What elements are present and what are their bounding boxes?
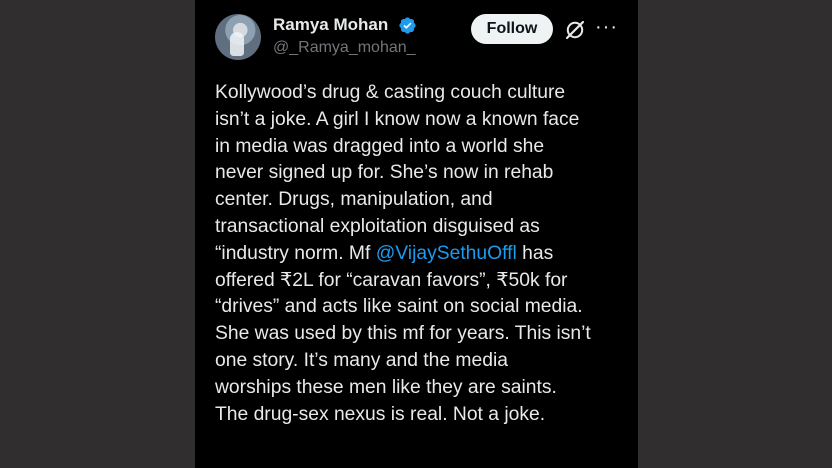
tweet-line: one story. It’s many and the media (215, 349, 508, 371)
avatar[interactable] (215, 14, 261, 60)
tweet-line: offered ₹2L for “caravan favors”, ₹50k f… (215, 269, 568, 291)
tweet-line: The drug-sex nexus is real. Not a joke. (215, 403, 546, 425)
tweet-line: in media was dragged into a world she (215, 135, 545, 157)
tweet-line: never signed up for. She’s now in rehab (215, 162, 554, 184)
more-icon[interactable]: ··· (595, 16, 618, 39)
tweet-line: transactional exploitation disguised as (215, 215, 540, 237)
tweet-line: worships these men like they are saints. (215, 376, 557, 398)
tweet-line: center. Drugs, manipulation, and (215, 189, 493, 211)
tweet-text-segment: “industry norm. Mf (215, 242, 376, 264)
user-handle[interactable]: @_Ramya_mohan_ (273, 39, 416, 57)
tweet-line: “industry norm. Mf @VijaySethuOffl has (215, 241, 627, 268)
tweet-card: Ramya Mohan @_Ramya_mohan_ Follow ··· Ko… (195, 0, 638, 468)
mention-link[interactable]: @VijaySethuOffl (376, 243, 517, 264)
tweet-line: isn’t a joke. A girl I know now a known … (215, 108, 580, 130)
follow-button[interactable]: Follow (471, 14, 553, 44)
tweet-line: Kollywood’s drug & casting couch culture (215, 82, 566, 103)
tweet-line: She was used by this mf for years. This … (215, 323, 591, 345)
grok-icon[interactable] (563, 18, 587, 42)
display-name[interactable]: Ramya Mohan (273, 15, 388, 35)
tweet-line: “drives” and acts like saint on social m… (215, 296, 583, 318)
tweet-text-segment: has (516, 242, 554, 264)
verified-badge-icon (399, 17, 416, 34)
tweet-text: Kollywood’s drug & casting couch culture… (215, 80, 627, 428)
